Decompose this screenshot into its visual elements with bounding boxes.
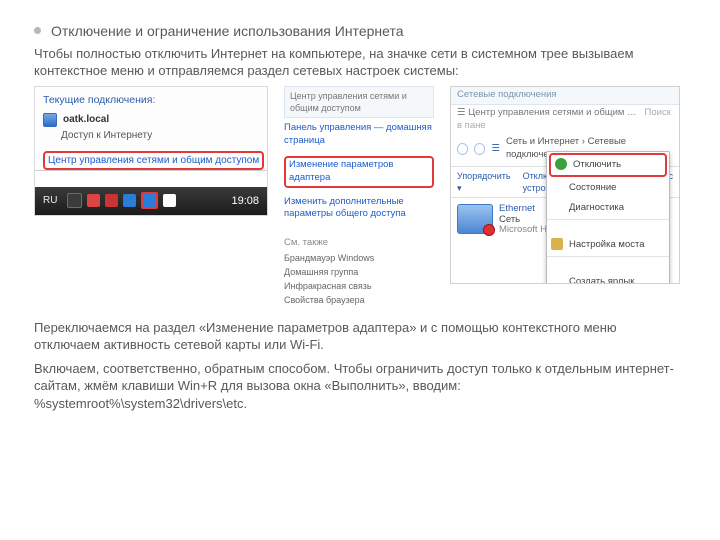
see-also-label: См. также (284, 237, 434, 250)
network-entry: oatk.local (43, 113, 259, 127)
see-also-item[interactable]: Домашняя группа (284, 266, 434, 278)
ctx-bridge[interactable]: Настройка моста (547, 235, 669, 255)
gear-icon (551, 238, 563, 250)
organize-menu[interactable]: Упорядочить ▾ (457, 170, 511, 194)
ctx-status[interactable]: Состояние (547, 178, 669, 198)
network-domain: oatk.local (63, 113, 109, 127)
bullet-title: Отключение и ограничение использования И… (51, 22, 403, 41)
advanced-sharing-link[interactable]: Изменить дополнительные параметры общего… (284, 196, 434, 222)
taskbar: RU 19:08 (35, 187, 267, 215)
cpl-home-link[interactable]: Панель управления — домашняя страница (284, 122, 434, 148)
back-icon[interactable] (457, 143, 468, 155)
enable-disable-icon (555, 158, 567, 170)
tray-icon[interactable] (67, 193, 82, 208)
paragraph-3: Включаем, соответственно, обратным спосо… (34, 360, 674, 413)
ctx-shortcut[interactable]: Создать ярлык (547, 272, 669, 284)
ctx-diagnostics[interactable]: Диагностика (547, 198, 669, 218)
adapter-context-menu: Отключить Состояние Диагностика Настройк… (546, 151, 670, 284)
tray-icon[interactable] (163, 194, 176, 207)
address-bar-1: ☰ Центр управления сетями и общим … Поис… (451, 105, 679, 135)
window-tab-title: Сетевые подключения (451, 87, 679, 105)
see-also-item[interactable]: Инфракрасная связь (284, 280, 434, 292)
ctx-separator (547, 219, 669, 234)
open-network-center-link[interactable]: Центр управления сетями и общим доступом (43, 151, 264, 171)
bullet-icon (34, 27, 41, 34)
addr1-text: Центр управления сетями и общим … (468, 107, 636, 118)
language-indicator[interactable]: RU (43, 194, 57, 208)
tray-icon[interactable] (105, 194, 118, 207)
intro-paragraph: Чтобы полностью отключить Интернет на ко… (34, 45, 674, 80)
figures-row: Текущие подключения: oatk.local Доступ к… (34, 86, 692, 309)
see-also-item[interactable]: Брандмауэр Windows (284, 252, 434, 264)
bullet-row: Отключение и ограничение использования И… (34, 22, 692, 41)
figure-network-connections-window: Сетевые подключения ☰ Центр управления с… (450, 86, 680, 284)
ctx-disable[interactable]: Отключить (549, 153, 667, 177)
current-connections-title: Текущие подключения: (43, 93, 259, 107)
change-adapter-settings-link[interactable]: Изменение параметров адаптера (284, 156, 434, 188)
tray-icon[interactable] (123, 194, 136, 207)
figure-control-panel-nav: Центр управления сетями и общим доступом… (284, 86, 434, 309)
network-icon (43, 113, 57, 127)
taskbar-time: 19:08 (231, 194, 259, 209)
cpl-header: Центр управления сетями и общим доступом (284, 86, 434, 118)
paragraph-2: Переключаемся на раздел «Изменение парам… (34, 319, 674, 354)
slide: Отключение и ограничение использования И… (0, 0, 720, 540)
tray-network-icon[interactable] (141, 192, 158, 209)
tray-icon[interactable] (87, 194, 100, 207)
ethernet-adapter-icon[interactable] (457, 204, 493, 234)
ctx-separator (547, 256, 669, 271)
network-status: Доступ к Интернету (61, 129, 259, 143)
figure-network-flyout: Текущие подключения: oatk.local Доступ к… (34, 86, 268, 216)
network-flyout-body: Текущие подключения: oatk.local Доступ к… (35, 87, 267, 171)
see-also-item[interactable]: Свойства браузера (284, 294, 434, 306)
forward-icon[interactable] (474, 143, 485, 155)
